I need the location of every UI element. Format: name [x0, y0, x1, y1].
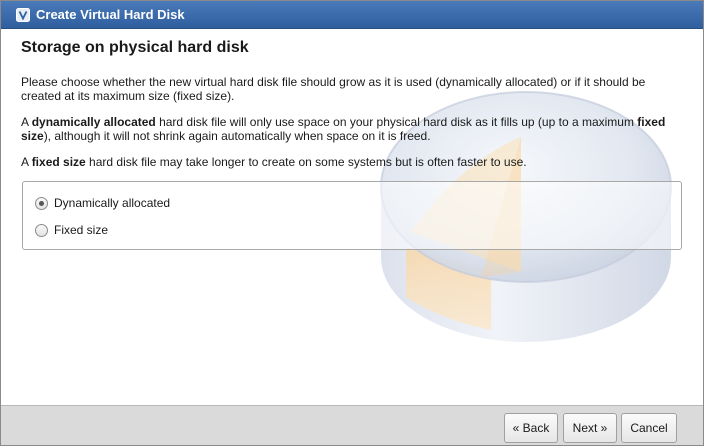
- window-title: Create Virtual Hard Disk: [36, 7, 185, 22]
- intro-text: Please choose whether the new virtual ha…: [21, 75, 646, 103]
- fixed-size-option[interactable]: Fixed size: [35, 223, 108, 237]
- dynamically-allocated-option[interactable]: Dynamically allocated: [35, 196, 170, 210]
- dynamically-allocated-radio[interactable]: [35, 196, 48, 210]
- title-bar[interactable]: Create Virtual Hard Disk: [1, 1, 703, 29]
- allocation-options-group: Dynamically allocated Fixed size: [22, 181, 682, 250]
- dialog-window: Create Virtual Hard Disk Storage on phys…: [0, 0, 704, 446]
- fixed-size-radio[interactable]: [35, 223, 48, 237]
- back-button[interactable]: « Back: [504, 413, 558, 443]
- page-title: Storage on physical hard disk: [21, 39, 249, 56]
- next-button[interactable]: Next »: [563, 413, 617, 443]
- button-bar: « Back Next » Cancel: [1, 405, 703, 445]
- fixed-size-label[interactable]: Fixed size: [54, 223, 108, 237]
- fixed-description: A fixed size hard disk file may take lon…: [21, 155, 527, 169]
- wizard-page: Storage on physical hard disk Please cho…: [1, 30, 703, 405]
- virtualbox-icon: [15, 7, 30, 22]
- dynamic-description: A dynamically allocated hard disk file w…: [21, 115, 666, 143]
- dynamically-allocated-label[interactable]: Dynamically allocated: [54, 196, 170, 210]
- cancel-button[interactable]: Cancel: [621, 413, 677, 443]
